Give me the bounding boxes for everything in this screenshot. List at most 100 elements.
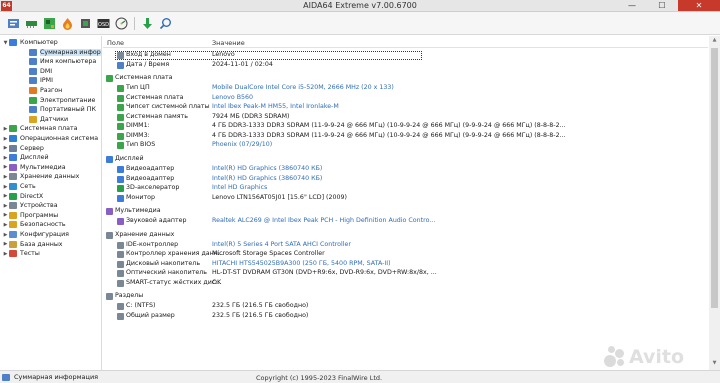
table-row[interactable]: Дисковый накопитель HITACHI HTS545025B9A3… — [103, 260, 708, 269]
field-name: Системная плата — [126, 93, 184, 101]
collapse-arrow-icon[interactable]: ▶ — [2, 174, 9, 180]
tree-item[interactable]: ▶ DirectX — [2, 192, 43, 201]
tree-item-label: Безопасность — [20, 221, 66, 229]
collapse-arrow-icon[interactable]: ▶ — [2, 232, 9, 238]
expand-arrow-icon[interactable]: ▼ — [2, 40, 9, 46]
field-value[interactable]: Intel(R) HD Graphics (3860740 КБ) — [212, 165, 322, 172]
group-header[interactable]: Разделы — [103, 292, 708, 301]
tree-item[interactable]: Разгон — [22, 86, 62, 95]
scroll-thumb[interactable] — [711, 48, 718, 308]
table-row[interactable]: DIMM1: 4 ГБ DDR3-1333 DDR3 SDRAM (11-9-9-… — [103, 122, 708, 131]
download-icon[interactable] — [140, 16, 155, 31]
tree-item[interactable]: ▶ Сеть — [2, 182, 36, 191]
collapse-arrow-icon[interactable]: ▶ — [2, 222, 9, 228]
tree-item[interactable]: ▶ Хранение данных — [2, 172, 79, 181]
minimize-button[interactable]: — — [618, 0, 646, 11]
tree-item[interactable]: ▶ Мультимедиа — [2, 163, 66, 172]
tree-item-label: Программы — [20, 211, 59, 219]
group-header[interactable]: Мультимедиа — [103, 207, 708, 216]
table-row[interactable]: Системная память 7924 МБ (DDR3 SDRAM) — [103, 113, 708, 122]
tree-item[interactable]: DMI — [22, 67, 52, 76]
collapse-arrow-icon[interactable]: ▶ — [2, 155, 9, 161]
table-row[interactable]: Контроллер хранения данн... Microsoft Sto… — [103, 250, 708, 259]
tree-item[interactable]: ▶ Тесты — [2, 249, 40, 258]
field-name: Вход в домен — [126, 51, 171, 58]
tree-item[interactable]: Электропитание — [22, 96, 95, 105]
maximize-button[interactable]: ☐ — [648, 0, 676, 11]
table-row[interactable]: Монитор Lenovo LTN156AT05J01 [15.6" LCD] … — [103, 194, 708, 203]
collapse-arrow-icon[interactable]: ▶ — [2, 145, 9, 151]
table-row[interactable]: Звуковой адаптер Realtek ALC269 @ Intel I… — [103, 217, 708, 226]
nav-icon[interactable] — [6, 16, 21, 31]
table-row[interactable]: Системная плата Lenovo B560 — [103, 94, 708, 103]
tree-item[interactable]: ▶ Программы — [2, 211, 58, 220]
table-row[interactable]: Тип ЦП Mobile DualCore Intel Core i5-520M… — [103, 84, 708, 93]
field-value[interactable]: Intel(R) HD Graphics (3860740 КБ) — [212, 175, 322, 182]
search-icon[interactable] — [158, 16, 173, 31]
collapse-arrow-icon[interactable]: ▶ — [2, 126, 9, 132]
collapse-arrow-icon[interactable]: ▶ — [2, 212, 9, 218]
table-row[interactable]: Общий размер 232.5 ГБ (216.5 ГБ свободно) — [103, 312, 708, 321]
table-row[interactable]: C: (NTFS) 232.5 ГБ (216.5 ГБ свободно) — [103, 302, 708, 311]
tree-item[interactable]: ▶ Операционная система — [2, 134, 98, 143]
group-header[interactable]: Хранение данных — [103, 231, 708, 240]
table-row[interactable]: 3D-акселератор Intel HD Graphics — [103, 184, 708, 193]
group-title: Хранение данных — [115, 230, 175, 238]
field-value[interactable]: Intel HD Graphics — [212, 184, 267, 191]
table-row[interactable]: SMART-статус жёстких дис... OK — [103, 279, 708, 288]
tree-item[interactable]: ▶ Сервер — [2, 144, 44, 153]
tree-item[interactable]: ▶ Конфигурация — [2, 230, 69, 239]
tree-item[interactable]: ▶ Безопасность — [2, 220, 66, 229]
gauge-icon[interactable] — [114, 16, 129, 31]
field-name: Оптический накопитель — [126, 269, 207, 277]
osd-icon[interactable]: OSD — [96, 16, 111, 31]
table-row[interactable]: Чипсет системной платы Intel Ibex Peak-M … — [103, 103, 708, 112]
collapse-arrow-icon[interactable]: ▶ — [2, 193, 9, 199]
table-row[interactable]: Дата / Время 2024-11-01 / 02:04 — [103, 61, 708, 70]
tree-item[interactable]: ▶ Системная плата — [2, 124, 78, 133]
tree-item-icon — [9, 125, 17, 133]
vertical-scrollbar[interactable]: ▲ ▼ — [709, 36, 720, 370]
scroll-up-arrow-icon[interactable]: ▲ — [709, 37, 720, 46]
tree-item[interactable]: Датчики — [22, 115, 68, 124]
table-row[interactable]: Вход в домен Lenovo — [115, 51, 422, 60]
flame-icon[interactable] — [60, 16, 75, 31]
table-row[interactable]: DIMM3: 4 ГБ DDR3-1333 DDR3 SDRAM (11-9-9-… — [103, 132, 708, 141]
collapse-arrow-icon[interactable]: ▶ — [2, 136, 9, 142]
tree-item[interactable]: Суммарная информация — [22, 48, 101, 57]
memory-icon[interactable] — [24, 16, 39, 31]
tree-item[interactable]: ▶ Дисплей — [2, 153, 49, 162]
collapse-arrow-icon[interactable]: ▶ — [2, 184, 9, 190]
group-header[interactable]: Системная плата — [103, 74, 708, 83]
tree-item[interactable]: ▼ Компьютер — [2, 38, 58, 47]
table-row[interactable]: IDE-контроллер Intel(R) 5 Series 4 Port S… — [103, 241, 708, 250]
field-value[interactable]: Mobile DualCore Intel Core i5-520M, 2666… — [212, 84, 394, 91]
scroll-down-arrow-icon[interactable]: ▼ — [709, 360, 720, 369]
table-row[interactable]: Тип BIOS Phoenix (07/29/10) — [103, 141, 708, 150]
tree-item[interactable]: Имя компьютера — [22, 57, 96, 66]
tree-item[interactable]: Портативный ПК — [22, 105, 96, 114]
collapse-arrow-icon[interactable]: ▶ — [2, 164, 9, 170]
column-field-header[interactable]: Поле — [107, 39, 124, 47]
field-value[interactable]: Intel Ibex Peak-M HM55, Intel Ironlake-M — [212, 103, 339, 110]
tree-item[interactable]: ▶ База данных — [2, 240, 63, 249]
close-button[interactable]: ✕ — [678, 0, 720, 11]
tree-item[interactable]: ▶ Устройства — [2, 201, 58, 210]
column-value-header[interactable]: Значение — [212, 39, 245, 47]
table-row[interactable]: Оптический накопитель HL-DT-ST DVDRAM GT3… — [103, 269, 708, 278]
tree-item-icon — [29, 115, 37, 123]
field-value[interactable]: Lenovo B560 — [212, 94, 253, 101]
field-value[interactable]: Intel(R) 5 Series 4 Port SATA AHCI Contr… — [212, 241, 351, 248]
motherboard-icon[interactable] — [42, 16, 57, 31]
field-value[interactable]: Phoenix (07/29/10) — [212, 141, 272, 148]
collapse-arrow-icon[interactable]: ▶ — [2, 203, 9, 209]
field-value[interactable]: HITACHI HTS545025B9A300 (250 ГБ, 5400 RP… — [212, 260, 391, 267]
table-row[interactable]: Видеоадаптер Intel(R) HD Graphics (386074… — [103, 175, 708, 184]
table-row[interactable]: Видеоадаптер Intel(R) HD Graphics (386074… — [103, 165, 708, 174]
collapse-arrow-icon[interactable]: ▶ — [2, 251, 9, 257]
collapse-arrow-icon[interactable]: ▶ — [2, 241, 9, 247]
tree-item[interactable]: IPMI — [22, 76, 53, 85]
chip-icon[interactable] — [78, 16, 93, 31]
field-value[interactable]: Realtek ALC269 @ Intel Ibex Peak PCH - H… — [212, 217, 435, 224]
group-header[interactable]: Дисплей — [103, 155, 708, 164]
